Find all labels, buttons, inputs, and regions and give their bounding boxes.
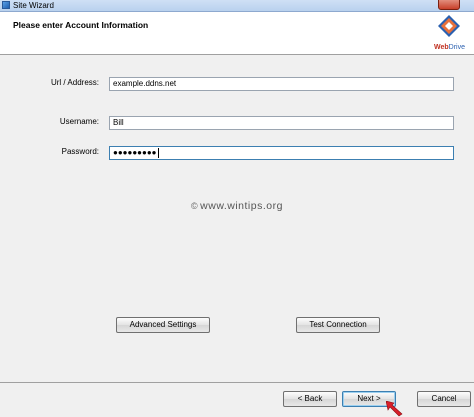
window-title: Site Wizard [13,1,54,10]
pointer-arrow-icon [386,401,403,417]
url-input[interactable]: example.ddns.net [109,77,454,91]
username-input[interactable]: Bill [109,116,454,130]
password-input[interactable]: ●●●●●●●●● [109,146,454,160]
logo-text-drive: Drive [448,44,465,51]
app-icon [2,1,10,9]
test-connection-button[interactable]: Test Connection [296,317,380,333]
back-button[interactable]: < Back [283,391,337,407]
username-label: Username: [59,117,99,126]
text-caret [157,147,159,158]
webdrive-logo-text: WebDrive [434,44,465,51]
password-input-value: ●●●●●●●●● [113,148,157,157]
advanced-settings-button[interactable]: Advanced Settings [116,317,210,333]
cancel-button[interactable]: Cancel [417,391,471,407]
url-label: Url / Address: [50,78,99,87]
window-titlebar[interactable]: Site Wizard [0,0,474,12]
footer-divider [0,382,474,383]
watermark: © www.wintips.org [0,200,474,212]
url-input-value: example.ddns.net [113,79,177,88]
wizard-header: Please enter Account Information WebDriv… [0,12,474,55]
password-label: Password: [61,147,99,156]
webdrive-logo-icon [438,15,460,37]
page-title: Please enter Account Information [13,20,149,30]
watermark-text: www.wintips.org [200,200,283,212]
copyright-icon: © [191,201,199,211]
close-button[interactable] [438,0,460,10]
logo-text-web: Web [434,44,449,51]
username-input-value: Bill [113,118,124,127]
